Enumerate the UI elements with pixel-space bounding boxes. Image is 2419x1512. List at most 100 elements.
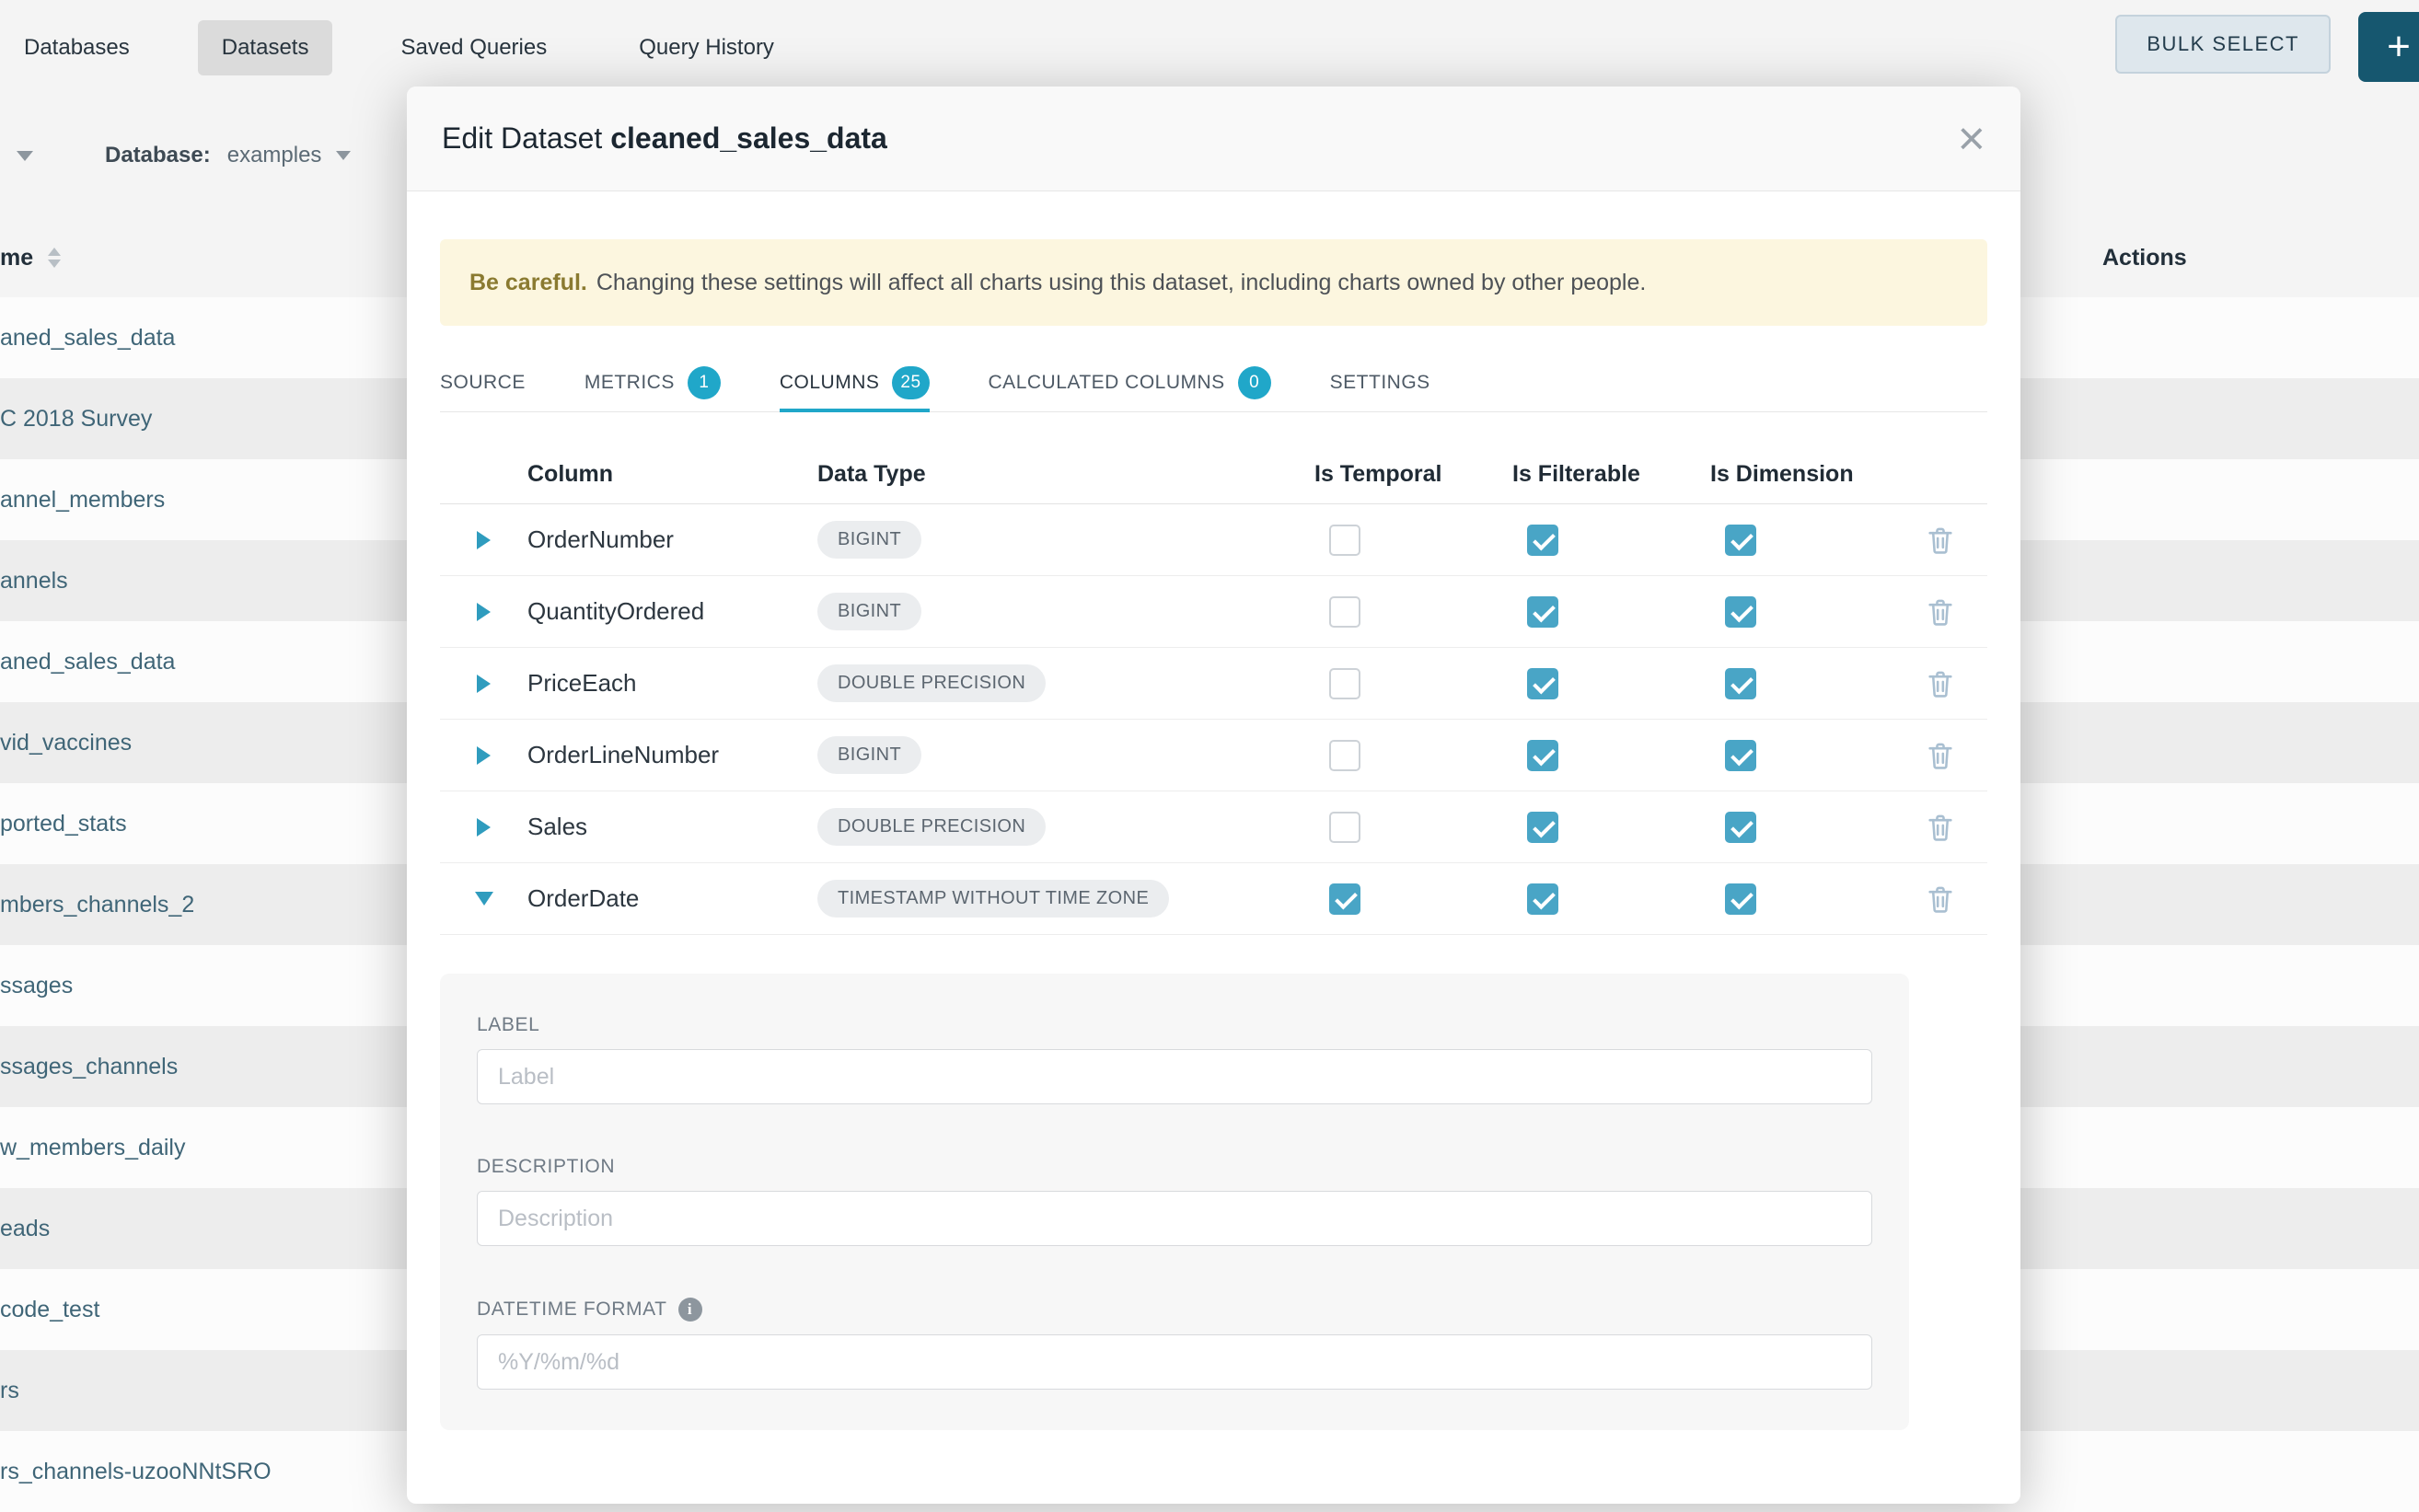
dataset-name-link[interactable]: aned_sales_data bbox=[0, 649, 175, 675]
is-filterable-checkbox[interactable] bbox=[1527, 668, 1558, 699]
database-filter-value[interactable]: examples bbox=[227, 143, 322, 168]
column-name: Sales bbox=[527, 813, 817, 841]
is-temporal-checkbox[interactable] bbox=[1329, 525, 1360, 556]
is-temporal-checkbox[interactable] bbox=[1329, 596, 1360, 628]
close-icon[interactable]: × bbox=[1958, 115, 1985, 163]
modal-header: Edit Dataset cleaned_sales_data × bbox=[407, 87, 2020, 191]
nav-item-databases[interactable]: Databases bbox=[0, 20, 154, 75]
expand-toggle[interactable] bbox=[440, 531, 527, 549]
dataset-name-link[interactable]: ssages bbox=[0, 973, 73, 999]
columns-table: Column Data Type Is Temporal Is Filterab… bbox=[440, 445, 1987, 935]
is-dimension-checkbox[interactable] bbox=[1725, 668, 1756, 699]
name-column-header[interactable]: me bbox=[0, 245, 33, 271]
is-filterable-checkbox[interactable] bbox=[1527, 740, 1558, 771]
is-filterable-checkbox[interactable] bbox=[1527, 596, 1558, 628]
column-row: OrderNumber BIGINT bbox=[440, 504, 1987, 576]
dataset-name-link[interactable]: vid_vaccines bbox=[0, 730, 132, 756]
label-field: LABEL bbox=[477, 1014, 1872, 1104]
delete-column-icon[interactable] bbox=[1925, 595, 1956, 629]
delete-column-icon[interactable] bbox=[1925, 524, 1956, 557]
tab-label: METRICS bbox=[584, 372, 675, 394]
dataset-name-link[interactable]: aned_sales_data bbox=[0, 325, 175, 352]
expand-toggle[interactable] bbox=[440, 746, 527, 765]
dataset-name-link[interactable]: mbers_channels_2 bbox=[0, 892, 194, 918]
is-filterable-checkbox[interactable] bbox=[1527, 883, 1558, 915]
is-dimension-checkbox[interactable] bbox=[1725, 740, 1756, 771]
column-row: PriceEach DOUBLE PRECISION bbox=[440, 648, 1987, 720]
tab-columns[interactable]: COLUMNS 25 bbox=[780, 353, 930, 411]
delete-column-icon[interactable] bbox=[1925, 667, 1956, 700]
expand-toggle[interactable] bbox=[440, 818, 527, 837]
header-is-dimension: Is Dimension bbox=[1710, 461, 1908, 488]
column-name: PriceEach bbox=[527, 669, 817, 698]
is-dimension-checkbox[interactable] bbox=[1725, 525, 1756, 556]
tab-settings[interactable]: SETTINGS bbox=[1330, 353, 1430, 411]
is-temporal-checkbox[interactable] bbox=[1329, 812, 1360, 843]
datetime-format-input[interactable] bbox=[477, 1334, 1872, 1390]
column-row: Sales DOUBLE PRECISION bbox=[440, 791, 1987, 863]
nav-item-saved-queries[interactable]: Saved Queries bbox=[376, 20, 571, 75]
dataset-name-link[interactable]: w_members_daily bbox=[0, 1135, 185, 1161]
info-icon[interactable]: i bbox=[678, 1298, 702, 1322]
caret-right-icon bbox=[477, 603, 491, 621]
data-type-pill: BIGINT bbox=[817, 521, 921, 559]
dataset-name-link[interactable]: eads bbox=[0, 1216, 50, 1242]
description-field: DESCRIPTION bbox=[477, 1156, 1872, 1246]
edit-dataset-modal: Edit Dataset cleaned_sales_data × Be car… bbox=[407, 87, 2020, 1504]
data-type-pill: BIGINT bbox=[817, 736, 921, 774]
chevron-down-icon[interactable] bbox=[336, 151, 351, 160]
sort-icon[interactable] bbox=[48, 248, 61, 268]
warning-banner-bold: Be careful. bbox=[469, 270, 587, 296]
header-data-type: Data Type bbox=[817, 461, 1314, 488]
header-is-temporal: Is Temporal bbox=[1314, 461, 1512, 488]
nav-item-datasets[interactable]: Datasets bbox=[198, 20, 333, 75]
expand-toggle[interactable] bbox=[440, 603, 527, 621]
dataset-name-link[interactable]: ported_stats bbox=[0, 811, 127, 837]
tab-calculated-columns[interactable]: CALCULATED COLUMNS 0 bbox=[989, 353, 1271, 411]
delete-column-icon[interactable] bbox=[1925, 739, 1956, 772]
is-filterable-checkbox[interactable] bbox=[1527, 525, 1558, 556]
expand-toggle[interactable] bbox=[440, 892, 527, 906]
caret-down-icon bbox=[475, 892, 493, 906]
dataset-name-link[interactable]: ssages_channels bbox=[0, 1054, 178, 1080]
datetime-format-field: DATETIME FORMAT i bbox=[477, 1298, 1872, 1390]
dataset-name-link[interactable]: rs_channels-uzooNNtSRO bbox=[0, 1459, 272, 1485]
description-field-label-text: DESCRIPTION bbox=[477, 1156, 615, 1178]
dataset-name-link[interactable]: rs bbox=[0, 1378, 19, 1404]
column-row: OrderLineNumber BIGINT bbox=[440, 720, 1987, 791]
bulk-select-button[interactable]: BULK SELECT bbox=[2115, 15, 2331, 74]
is-dimension-checkbox[interactable] bbox=[1725, 596, 1756, 628]
description-input[interactable] bbox=[477, 1191, 1872, 1246]
column-detail-panel: LABEL DESCRIPTION DATETIME FORMAT i bbox=[440, 974, 1909, 1430]
is-filterable-checkbox[interactable] bbox=[1527, 812, 1558, 843]
calculated-columns-count-badge: 0 bbox=[1238, 366, 1271, 399]
warning-banner: Be careful. Changing these settings will… bbox=[440, 239, 1987, 326]
dataset-name-link[interactable]: annel_members bbox=[0, 487, 165, 514]
tab-label: COLUMNS bbox=[780, 372, 880, 394]
caret-right-icon bbox=[477, 531, 491, 549]
tab-label: SETTINGS bbox=[1330, 372, 1430, 394]
label-field-label: LABEL bbox=[477, 1014, 1872, 1036]
is-temporal-checkbox[interactable] bbox=[1329, 883, 1360, 915]
delete-column-icon[interactable] bbox=[1925, 883, 1956, 916]
tab-metrics[interactable]: METRICS 1 bbox=[584, 353, 721, 411]
is-dimension-checkbox[interactable] bbox=[1725, 812, 1756, 843]
dataset-name-link[interactable]: C 2018 Survey bbox=[0, 406, 152, 433]
tab-source[interactable]: SOURCE bbox=[440, 353, 526, 411]
top-nav: Databases Datasets Saved Queries Query H… bbox=[0, 0, 2419, 96]
expand-toggle[interactable] bbox=[440, 675, 527, 693]
chevron-down-icon[interactable] bbox=[17, 151, 33, 161]
is-temporal-checkbox[interactable] bbox=[1329, 740, 1360, 771]
column-row: OrderDate TIMESTAMP WITHOUT TIME ZONE bbox=[440, 863, 1987, 935]
delete-column-icon[interactable] bbox=[1925, 811, 1956, 844]
is-temporal-checkbox[interactable] bbox=[1329, 668, 1360, 699]
description-field-label: DESCRIPTION bbox=[477, 1156, 1872, 1178]
data-type-pill: DOUBLE PRECISION bbox=[817, 808, 1046, 846]
column-name: QuantityOrdered bbox=[527, 597, 817, 626]
label-input[interactable] bbox=[477, 1049, 1872, 1104]
is-dimension-checkbox[interactable] bbox=[1725, 883, 1756, 915]
dataset-name-link[interactable]: code_test bbox=[0, 1297, 99, 1323]
nav-item-query-history[interactable]: Query History bbox=[615, 20, 798, 75]
add-dataset-button[interactable]: + bbox=[2358, 12, 2419, 82]
dataset-name-link[interactable]: annels bbox=[0, 568, 68, 594]
